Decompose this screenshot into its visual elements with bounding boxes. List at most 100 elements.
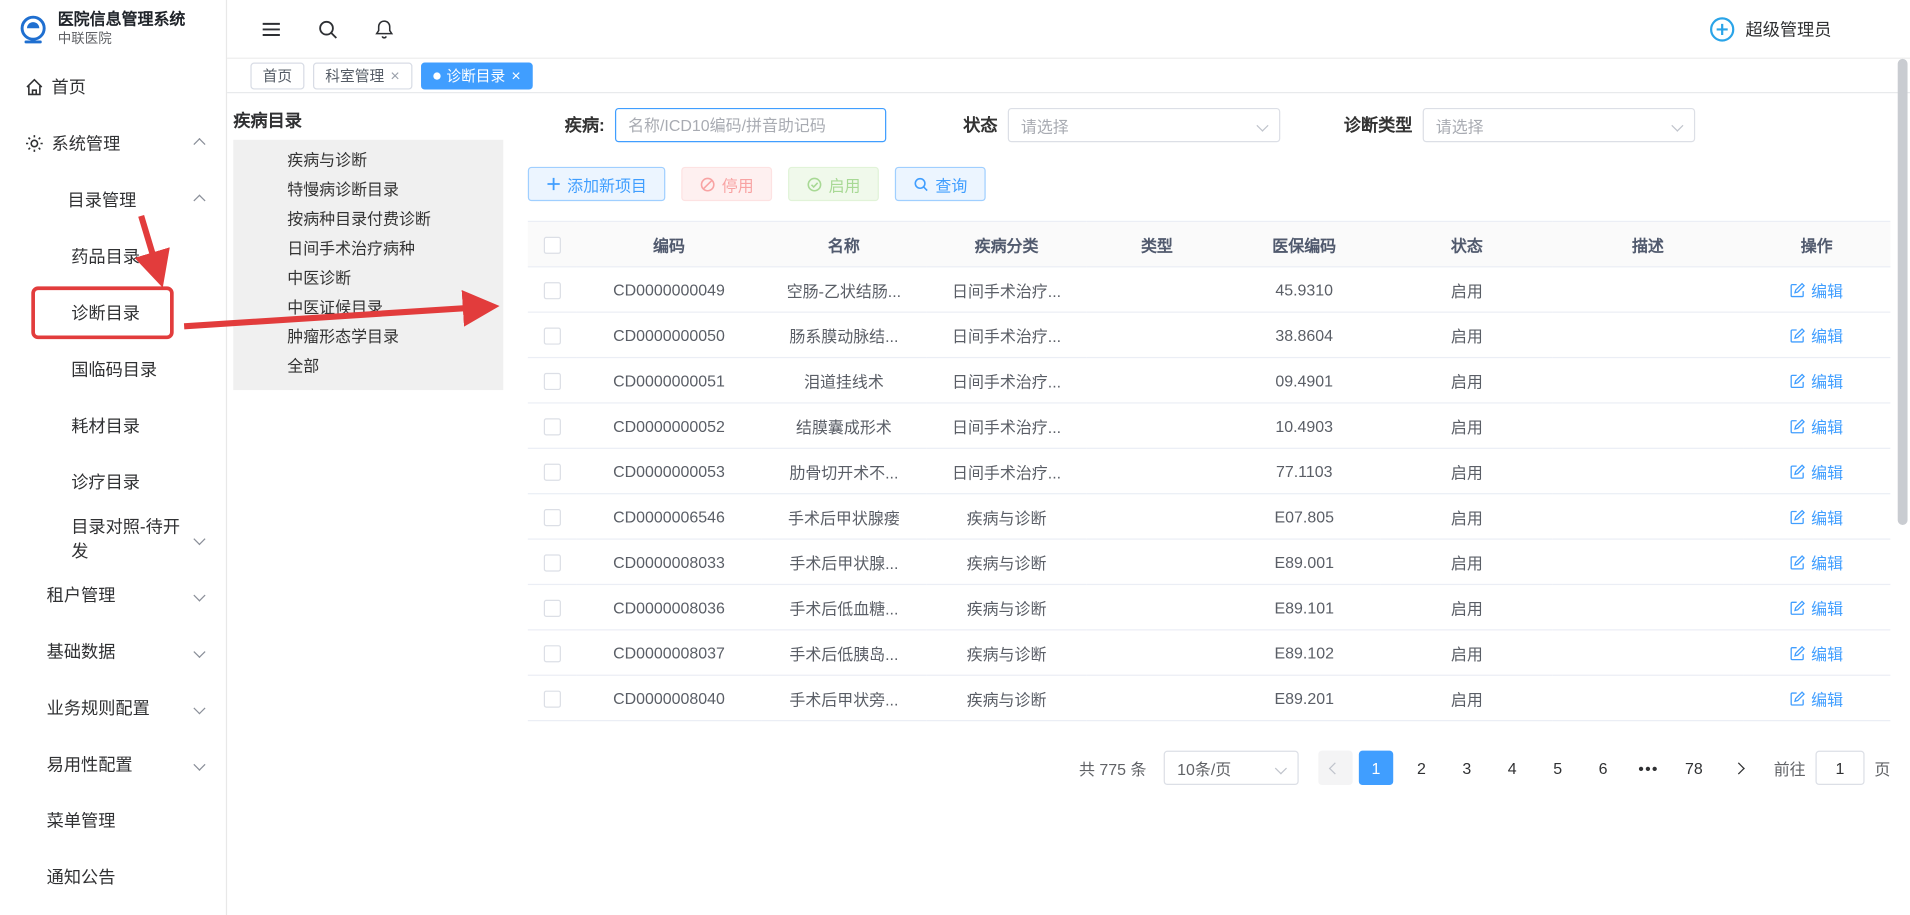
diagnosis-type-select[interactable]: 请选择	[1422, 108, 1695, 142]
sidebar-item-home[interactable]: 首页	[0, 59, 226, 115]
row-checkbox[interactable]	[544, 690, 561, 707]
edit-button[interactable]: 编辑	[1790, 369, 1843, 392]
cell-insurance-code: E89.102	[1228, 630, 1381, 675]
query-button[interactable]: 查询	[895, 167, 986, 201]
disable-label: 停用	[722, 172, 754, 195]
row-checkbox[interactable]	[544, 327, 561, 344]
disease-search-input[interactable]	[615, 108, 886, 142]
gear-icon	[25, 134, 45, 154]
category-item[interactable]: 中医证候目录	[233, 293, 503, 322]
edit-label: 编辑	[1811, 641, 1843, 664]
home-icon	[25, 77, 45, 97]
sidebar-item-label: 业务规则配置	[47, 695, 150, 720]
category-item[interactable]: 全部	[233, 352, 503, 381]
row-checkbox[interactable]	[544, 600, 561, 617]
row-checkbox[interactable]	[544, 509, 561, 526]
cell-type	[1086, 403, 1227, 448]
edit-button[interactable]: 编辑	[1790, 550, 1843, 573]
disable-button[interactable]: 停用	[681, 167, 772, 201]
chevron-down-icon	[1671, 119, 1683, 131]
sidebar-item-treatment-catalog[interactable]: 诊疗目录	[0, 454, 226, 510]
edit-label: 编辑	[1811, 369, 1843, 392]
cell-type	[1086, 312, 1227, 357]
table-row: CD0000000053 肋骨切开术不... 日间手术治疗... 77.1103…	[528, 448, 1891, 493]
page-button-1[interactable]: 1	[1359, 751, 1393, 785]
tab-home[interactable]: 首页	[250, 62, 304, 89]
sidebar-item-notice[interactable]: 通知公告	[0, 849, 226, 905]
close-icon[interactable]: ×	[511, 67, 520, 83]
sidebar-item-business-rules[interactable]: 业务规则配置	[0, 680, 226, 736]
select-all-checkbox[interactable]	[544, 236, 561, 253]
edit-button[interactable]: 编辑	[1790, 459, 1843, 482]
sidebar-item-basic-data[interactable]: 基础数据	[0, 623, 226, 679]
logo-texts: 医院信息管理系统 中联医院	[58, 11, 186, 47]
cell-name: 结膜囊成形术	[761, 403, 927, 448]
sidebar-item-catalog-mapping[interactable]: 目录对照-待开发	[0, 510, 226, 566]
scrollbar[interactable]	[1898, 59, 1908, 525]
user-info[interactable]: 超级管理员	[1709, 15, 1910, 42]
row-checkbox[interactable]	[544, 282, 561, 299]
tab-department-management[interactable]: 科室管理 ×	[313, 62, 412, 89]
category-item[interactable]: 特慢病诊断目录	[233, 175, 503, 204]
row-checkbox[interactable]	[544, 463, 561, 480]
edit-button[interactable]: 编辑	[1790, 323, 1843, 346]
more-pages-button[interactable]: •••	[1631, 759, 1665, 777]
page-size-select[interactable]: 10条/页	[1164, 751, 1299, 785]
page-button-5[interactable]: 5	[1540, 751, 1574, 785]
search-icon[interactable]	[317, 18, 339, 40]
sidebar-item-menu-management[interactable]: 菜单管理	[0, 792, 226, 848]
next-page-button[interactable]	[1722, 751, 1756, 785]
status-select[interactable]: 请选择	[1007, 108, 1280, 142]
add-item-button[interactable]: 添加新项目	[528, 167, 665, 201]
category-item[interactable]: 疾病与诊断	[233, 146, 503, 175]
sidebar-item-system-management[interactable]: 系统管理	[0, 115, 226, 171]
enable-button[interactable]: 启用	[788, 167, 879, 201]
category-item[interactable]: 中医诊断	[233, 264, 503, 293]
sidebar-item-usability-config[interactable]: 易用性配置	[0, 736, 226, 792]
cell-name: 泪道挂线术	[761, 358, 927, 403]
sidebar-item-catalog-management[interactable]: 目录管理	[0, 172, 226, 228]
row-checkbox[interactable]	[544, 418, 561, 435]
page-button-3[interactable]: 3	[1450, 751, 1484, 785]
page-button-6[interactable]: 6	[1586, 751, 1620, 785]
chevron-up-icon	[193, 194, 205, 206]
diagnosis-type-filter-label: 诊断类型	[1344, 113, 1413, 138]
page-button-2[interactable]: 2	[1404, 751, 1438, 785]
cell-type	[1086, 494, 1227, 539]
bell-icon[interactable]	[373, 18, 395, 40]
edit-button[interactable]: 编辑	[1790, 686, 1843, 709]
cell-status: 启用	[1381, 267, 1553, 312]
sidebar-item-diagnosis-catalog[interactable]: 诊断目录	[0, 285, 226, 341]
category-item[interactable]: 日间手术治疗病种	[233, 234, 503, 263]
category-item[interactable]: 肿瘤形态学目录	[233, 323, 503, 352]
menu-toggle-icon[interactable]	[260, 18, 282, 40]
row-checkbox[interactable]	[544, 645, 561, 662]
sidebar-item-label: 诊疗目录	[71, 470, 140, 495]
prev-page-button[interactable]	[1318, 751, 1352, 785]
tab-diagnosis-catalog[interactable]: 诊断目录 ×	[421, 62, 533, 89]
close-icon[interactable]: ×	[390, 67, 399, 83]
edit-button[interactable]: 编辑	[1790, 414, 1843, 437]
edit-button[interactable]: 编辑	[1790, 278, 1843, 301]
goto-page-input[interactable]	[1815, 751, 1864, 785]
cell-insurance-code: 09.4901	[1228, 358, 1381, 403]
edit-button[interactable]: 编辑	[1790, 596, 1843, 619]
edit-label: 编辑	[1811, 505, 1843, 528]
sidebar-item-national-code-catalog[interactable]: 国临码目录	[0, 341, 226, 397]
row-checkbox[interactable]	[544, 554, 561, 571]
cell-category: 日间手术治疗...	[927, 448, 1087, 493]
edit-button[interactable]: 编辑	[1790, 505, 1843, 528]
pagination: 共 775 条 10条/页 1 2 3 4 5 6 ••• 78	[528, 751, 1891, 785]
sidebar-item-tenant-management[interactable]: 租户管理	[0, 567, 226, 623]
cell-code: CD0000000050	[577, 312, 761, 357]
category-item[interactable]: 按病种目录付费诊断	[233, 205, 503, 234]
row-checkbox[interactable]	[544, 373, 561, 390]
sidebar-item-label: 目录管理	[68, 188, 137, 213]
sidebar-item-drug-catalog[interactable]: 药品目录	[0, 228, 226, 284]
add-item-label: 添加新项目	[567, 172, 647, 195]
page-button-4[interactable]: 4	[1495, 751, 1529, 785]
disease-filter-label: 疾病:	[565, 113, 605, 138]
edit-button[interactable]: 编辑	[1790, 641, 1843, 664]
page-button-last[interactable]: 78	[1677, 751, 1711, 785]
sidebar-item-consumable-catalog[interactable]: 耗材目录	[0, 397, 226, 453]
